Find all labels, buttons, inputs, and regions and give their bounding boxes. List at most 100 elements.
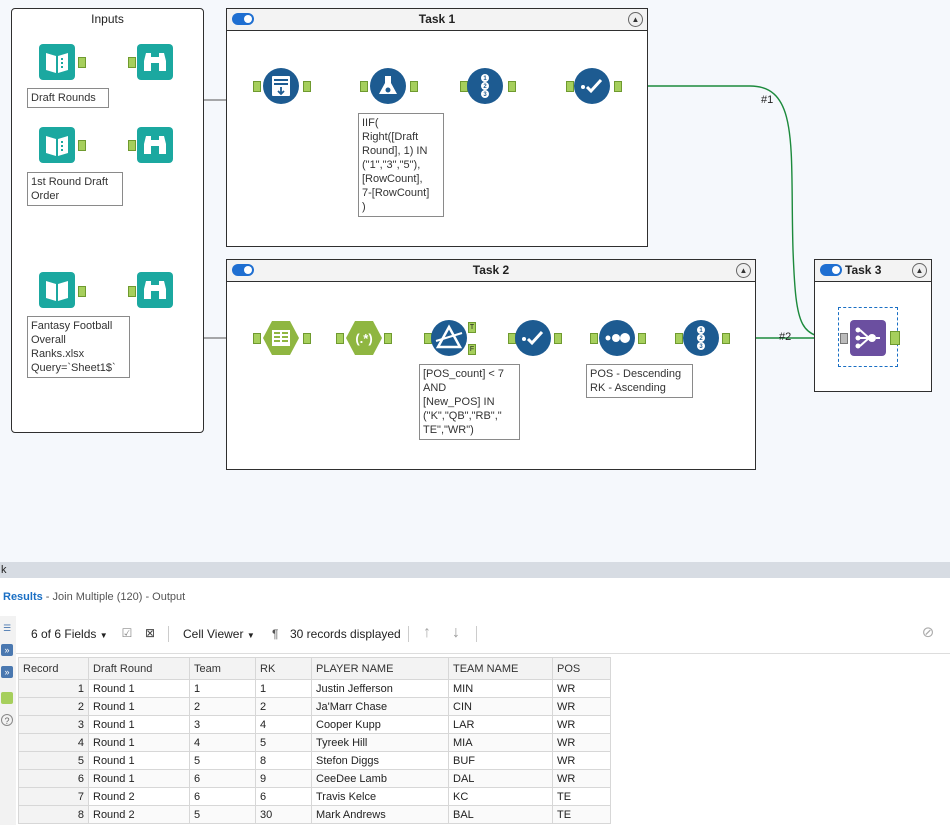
column-header[interactable]: RK xyxy=(255,657,312,680)
table-row[interactable]: 2 Round 1 2 2 Ja'Marr Chase CIN WR xyxy=(18,697,611,716)
task3-toggle[interactable] xyxy=(820,264,842,276)
fields-dropdown[interactable]: 6 of 6 Fields ▼ xyxy=(31,627,108,641)
table-cell[interactable]: Round 2 xyxy=(88,787,190,806)
table-cell[interactable]: 6 xyxy=(255,787,312,806)
filter-true-anchor[interactable]: T xyxy=(468,322,476,333)
table-cell[interactable]: Mark Andrews xyxy=(311,805,449,824)
table-row[interactable]: 7 Round 2 6 6 Travis Kelce KC TE xyxy=(18,787,611,806)
table-cell[interactable]: Ja'Marr Chase xyxy=(311,697,449,716)
table-cell[interactable]: Round 1 xyxy=(88,697,190,716)
pilcrow-icon[interactable]: ¶ xyxy=(272,627,278,641)
table-cell[interactable]: WR xyxy=(552,697,611,716)
table-cell[interactable]: CeeDee Lamb xyxy=(311,769,449,788)
x-square-icon[interactable]: ⊠ xyxy=(143,626,157,640)
output-anchor[interactable] xyxy=(303,333,311,344)
table-cell[interactable]: Round 1 xyxy=(88,715,190,734)
table-cell[interactable]: WR xyxy=(552,733,611,752)
table-cell[interactable]: 6 xyxy=(189,787,256,806)
table-row[interactable]: 5 Round 1 5 8 Stefon Diggs BUF WR xyxy=(18,751,611,770)
table-cell[interactable]: LAR xyxy=(448,715,553,734)
table-cell[interactable]: 3 xyxy=(189,715,256,734)
input-anchor[interactable] xyxy=(128,57,136,68)
table-cell[interactable]: 6 xyxy=(189,769,256,788)
table-cell[interactable]: Travis Kelce xyxy=(311,787,449,806)
output-anchor[interactable] xyxy=(78,57,86,68)
regex-tool[interactable]: (.*) xyxy=(345,319,383,357)
input-data-tool-draft-rounds[interactable] xyxy=(38,43,76,81)
table-cell[interactable]: 2 xyxy=(255,697,312,716)
select-tool-2[interactable] xyxy=(514,319,552,357)
table-cell[interactable]: Round 1 xyxy=(88,733,190,752)
results-pane[interactable]: Results - Join Multiple (120) - Output ☰… xyxy=(0,578,950,825)
output-anchor[interactable] xyxy=(384,333,392,344)
cell-viewer-dropdown[interactable]: Cell Viewer ▼ xyxy=(183,627,255,641)
record-number-cell[interactable]: 5 xyxy=(18,751,89,770)
input-anchor[interactable] xyxy=(360,81,368,92)
output-anchor[interactable] xyxy=(554,333,562,344)
table-cell[interactable]: Justin Jefferson xyxy=(311,679,449,698)
task3-collapse-button[interactable]: ▲ xyxy=(912,263,927,278)
table-cell[interactable]: WR xyxy=(552,715,611,734)
record-number-cell[interactable]: 8 xyxy=(18,805,89,824)
record-id-tool[interactable]: 1 2 3 xyxy=(466,67,504,105)
table-cell[interactable]: 5 xyxy=(189,805,256,824)
table-row[interactable]: 4 Round 1 4 5 Tyreek Hill MIA WR xyxy=(18,733,611,752)
task3-header[interactable]: Task 3 ▲ xyxy=(815,260,931,282)
column-header[interactable]: Team xyxy=(189,657,256,680)
table-cell[interactable]: 30 xyxy=(255,805,312,824)
arrow-down-icon[interactable]: ↓ xyxy=(449,625,463,641)
browse-tool-2[interactable] xyxy=(136,126,174,164)
table-cell[interactable]: Round 1 xyxy=(88,769,190,788)
sort-tool[interactable] xyxy=(598,319,636,357)
table-cell[interactable]: TE xyxy=(552,805,611,824)
output-anchor[interactable] xyxy=(614,81,622,92)
task2-collapse-button[interactable]: ▲ xyxy=(736,263,751,278)
table-cell[interactable]: 5 xyxy=(189,751,256,770)
table-cell[interactable]: DAL xyxy=(448,769,553,788)
table-cell[interactable]: Stefon Diggs xyxy=(311,751,449,770)
task1-header[interactable]: Task 1 ▲ xyxy=(227,9,647,31)
table-cell[interactable]: 1 xyxy=(255,679,312,698)
output-anchor[interactable] xyxy=(722,333,730,344)
table-cell[interactable]: MIA xyxy=(448,733,553,752)
task2-toggle[interactable] xyxy=(232,264,254,276)
output-anchor[interactable] xyxy=(890,331,900,345)
results-pane-tab[interactable]: k xyxy=(0,562,950,578)
clear-icon[interactable]: ⊘ xyxy=(921,625,935,640)
column-header[interactable]: TEAM NAME xyxy=(448,657,553,680)
table-cell[interactable]: Cooper Kupp xyxy=(311,715,449,734)
input-anchor[interactable] xyxy=(253,81,261,92)
table-cell[interactable]: Round 1 xyxy=(88,679,190,698)
input-anchor-multiple[interactable] xyxy=(840,333,848,344)
list-icon[interactable]: ☰ xyxy=(1,622,13,634)
record-id-tool-2[interactable]: 1 2 3 xyxy=(682,319,720,357)
table-cell[interactable]: BAL xyxy=(448,805,553,824)
table-cell[interactable]: Round 1 xyxy=(88,751,190,770)
table-cell[interactable]: WR xyxy=(552,751,611,770)
output-anchor[interactable] xyxy=(410,81,418,92)
join-multiple-tool[interactable] xyxy=(849,319,887,357)
multi-row-formula-tool[interactable] xyxy=(262,67,300,105)
table-row[interactable]: 3 Round 1 3 4 Cooper Kupp LAR WR xyxy=(18,715,611,734)
record-number-cell[interactable]: 1 xyxy=(18,679,89,698)
table-cell[interactable]: 2 xyxy=(189,697,256,716)
table-cell[interactable]: 4 xyxy=(189,733,256,752)
input-anchor[interactable] xyxy=(253,333,261,344)
filter-tool[interactable] xyxy=(430,319,468,357)
text-to-columns-tool[interactable] xyxy=(262,319,300,357)
output-anchor[interactable] xyxy=(78,286,86,297)
record-number-cell[interactable]: 2 xyxy=(18,697,89,716)
input-anchor[interactable] xyxy=(590,333,598,344)
browse-tool-1[interactable] xyxy=(136,43,174,81)
table-row[interactable]: 8 Round 2 5 30 Mark Andrews BAL TE xyxy=(18,805,611,824)
table-cell[interactable]: KC xyxy=(448,787,553,806)
filter-false-anchor[interactable]: F xyxy=(468,344,476,355)
select-tool-1[interactable] xyxy=(573,67,611,105)
workflow-canvas[interactable]: Inputs Task 1 ▲ Task 2 ▲ Task 3 ▲ Draft … xyxy=(0,0,950,562)
record-number-cell[interactable]: 3 xyxy=(18,715,89,734)
input-anchor[interactable] xyxy=(336,333,344,344)
record-number-cell[interactable]: 6 xyxy=(18,769,89,788)
table-cell[interactable]: CIN xyxy=(448,697,553,716)
column-header[interactable]: PLAYER NAME xyxy=(311,657,449,680)
browse-tool-3[interactable] xyxy=(136,271,174,309)
